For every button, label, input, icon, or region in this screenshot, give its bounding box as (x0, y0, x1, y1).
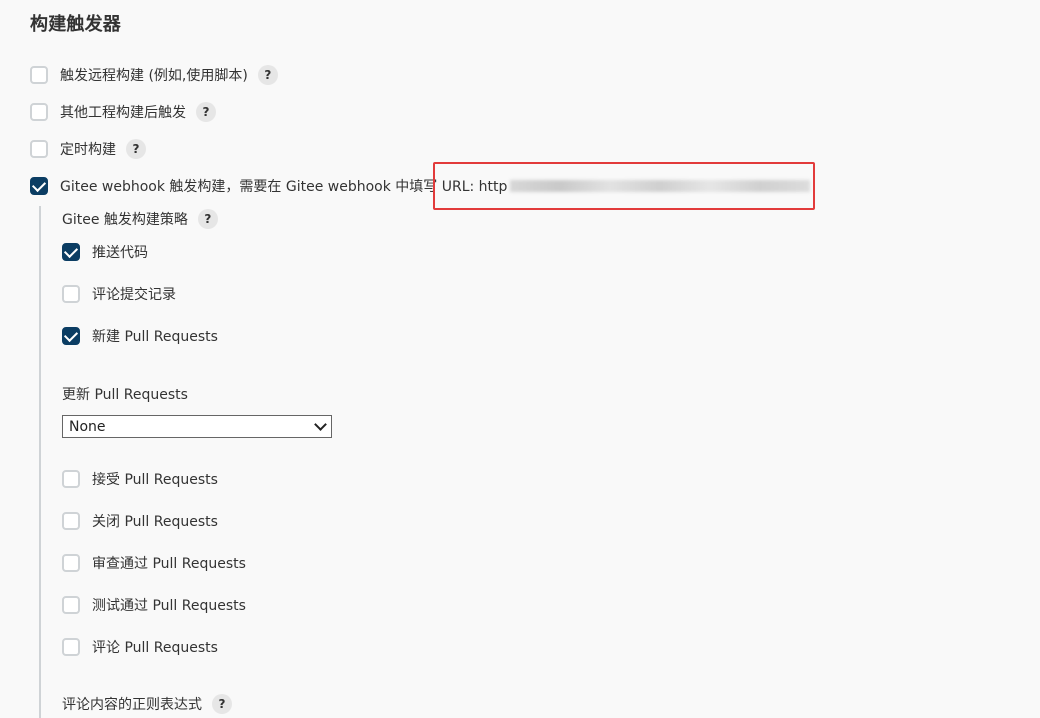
trigger-gitee-webhook-row[interactable]: Gitee webhook 触发构建，需要在 Gitee webhook 中填写… (30, 176, 811, 196)
gitee-strategy-title-row: Gitee 触发构建策略 ? (62, 209, 218, 229)
trigger-remote-row[interactable]: 触发远程构建 (例如,使用脚本) ? (30, 65, 278, 85)
pr-comment-checkbox[interactable] (62, 638, 80, 656)
pr-accept-label: 接受 Pull Requests (92, 472, 218, 488)
pr-comment-row[interactable]: 评论 Pull Requests (62, 637, 218, 657)
help-icon[interactable]: ? (196, 102, 216, 122)
redacted-url (510, 180, 811, 192)
update-pr-label-row: 更新 Pull Requests (62, 384, 188, 404)
trigger-gitee-webhook-label: Gitee webhook 触发构建，需要在 Gitee webhook 中填写… (60, 179, 508, 195)
pr-test-passed-label: 测试通过 Pull Requests (92, 598, 246, 614)
trigger-remote-label: 触发远程构建 (例如,使用脚本) (60, 68, 248, 84)
strategy-push-label: 推送代码 (92, 245, 148, 261)
pr-close-row[interactable]: 关闭 Pull Requests (62, 511, 218, 531)
trigger-after-other-label: 其他工程构建后触发 (60, 105, 186, 121)
comment-regex-label-row: 评论内容的正则表达式 ? (62, 694, 232, 714)
help-icon[interactable]: ? (212, 694, 232, 714)
strategy-push-row[interactable]: 推送代码 (62, 242, 148, 262)
help-icon[interactable]: ? (197, 209, 218, 229)
update-pr-select-value: None (69, 418, 106, 435)
pr-review-approved-checkbox[interactable] (62, 554, 80, 572)
check-icon (63, 243, 79, 259)
pr-close-label: 关闭 Pull Requests (92, 514, 218, 530)
gitee-strategy-title: Gitee 触发构建策略 (62, 212, 188, 228)
pr-test-passed-row[interactable]: 测试通过 Pull Requests (62, 595, 246, 615)
strategy-commit-comment-checkbox[interactable] (62, 285, 80, 303)
pr-close-checkbox[interactable] (62, 512, 80, 530)
strategy-push-checkbox[interactable] (62, 243, 80, 261)
nested-section-bar (39, 206, 41, 718)
pr-accept-row[interactable]: 接受 Pull Requests (62, 469, 218, 489)
check-icon (31, 177, 47, 193)
strategy-new-pr-checkbox[interactable] (62, 327, 80, 345)
pr-accept-checkbox[interactable] (62, 470, 80, 488)
update-pr-label: 更新 Pull Requests (62, 387, 188, 403)
build-triggers-page: 构建触发器 触发远程构建 (例如,使用脚本) ? 其他工程构建后触发 ? 定时构… (0, 0, 1040, 718)
strategy-commit-comment-row[interactable]: 评论提交记录 (62, 284, 176, 304)
trigger-gitee-webhook-checkbox[interactable] (30, 177, 48, 195)
strategy-commit-comment-label: 评论提交记录 (92, 287, 176, 303)
pr-review-approved-label: 审查通过 Pull Requests (92, 556, 246, 572)
trigger-remote-checkbox[interactable] (30, 66, 48, 84)
trigger-timer-label: 定时构建 (60, 142, 116, 158)
help-icon[interactable]: ? (126, 139, 146, 159)
section-title: 构建触发器 (30, 14, 121, 35)
pr-test-passed-checkbox[interactable] (62, 596, 80, 614)
strategy-new-pr-row[interactable]: 新建 Pull Requests (62, 326, 218, 346)
update-pr-select[interactable]: None (62, 415, 332, 438)
trigger-timer-row[interactable]: 定时构建 ? (30, 139, 146, 159)
trigger-after-other-row[interactable]: 其他工程构建后触发 ? (30, 102, 216, 122)
pr-comment-label: 评论 Pull Requests (92, 640, 218, 656)
chevron-down-icon (314, 418, 327, 431)
trigger-after-other-checkbox[interactable] (30, 103, 48, 121)
help-icon[interactable]: ? (257, 65, 278, 85)
strategy-new-pr-label: 新建 Pull Requests (92, 329, 218, 345)
trigger-timer-checkbox[interactable] (30, 140, 48, 158)
comment-regex-label: 评论内容的正则表达式 (62, 697, 202, 713)
pr-review-approved-row[interactable]: 审查通过 Pull Requests (62, 553, 246, 573)
check-icon (63, 327, 79, 343)
